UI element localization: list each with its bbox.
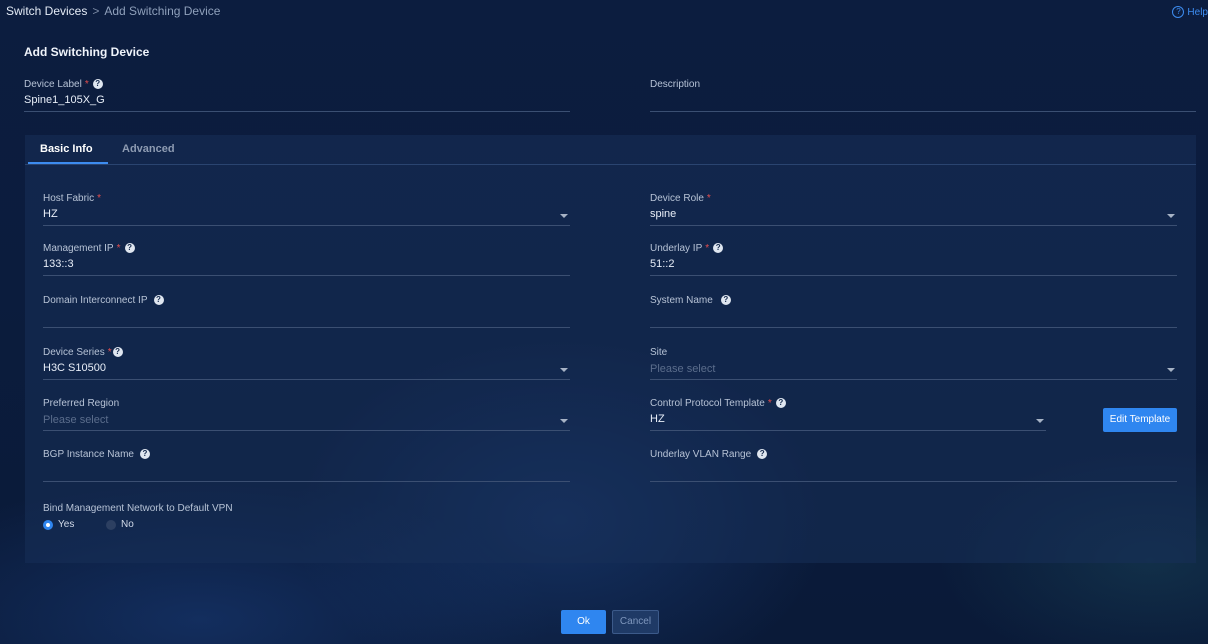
device-label-input[interactable]: Spine1_105X_G [24,92,570,112]
description-field: Description [650,78,1196,112]
top-bar: Switch Devices > Add Switching Device ? He… [0,0,1208,22]
description-label: Description [650,78,701,90]
domain-interconnect-ip-input[interactable] [43,308,570,328]
management-ip-label: Management IP [43,242,114,254]
preferred-region-select[interactable]: Please select [43,411,570,431]
breadcrumb-separator: > [92,4,100,18]
underlay-ip-input[interactable]: 51::2 [650,256,1177,276]
site-label: Site [650,346,668,358]
system-name-input[interactable] [650,308,1177,328]
help-question-icon[interactable]: ? [757,449,768,459]
tab-advanced[interactable]: Advanced [122,143,175,155]
device-series-label: Device Series [43,346,105,358]
control-protocol-template-select[interactable]: HZ [650,411,1046,431]
bind-mgmt-network-label: Bind Management Network to Default VPN [43,502,233,514]
device-label-value: Spine1_105X_G [24,94,105,106]
chevron-down-icon [1167,214,1175,218]
domain-interconnect-ip-label: Domain Interconnect IP [43,294,148,306]
breadcrumb: Switch Devices > Add Switching Device [6,4,220,18]
bgp-instance-name-input[interactable] [43,462,570,482]
preferred-region-label: Preferred Region [43,397,120,409]
domain-interconnect-ip-field: Domain Interconnect IP? [43,294,570,328]
device-series-value: H3C S10500 [43,362,106,374]
underlay-vlan-range-input[interactable] [650,462,1177,482]
device-label-label: Device Label [24,78,82,90]
required-mark: * [767,397,772,409]
site-select[interactable]: Please select [650,360,1177,380]
help-question-icon[interactable]: ? [112,347,123,357]
underlay-ip-label: Underlay IP [650,242,703,254]
device-series-field: Device Series *? H3C S10500 [43,346,570,380]
help-question-icon[interactable]: ? [139,449,150,459]
description-input[interactable] [650,92,1196,112]
tab-basic-info[interactable]: Basic Info [40,143,93,155]
cancel-button[interactable]: Cancel [612,610,659,634]
required-mark: * [97,192,102,204]
bgp-instance-name-label: BGP Instance Name [43,448,134,460]
help-question-icon[interactable]: ? [153,295,164,305]
control-protocol-template-value: HZ [650,413,665,425]
chevron-down-icon [560,419,568,423]
ok-button[interactable]: Ok [561,610,606,634]
radio-yes-label: Yes [58,519,75,530]
host-fabric-select[interactable]: HZ [43,206,570,226]
help-question-icon[interactable]: ? [775,398,786,408]
host-fabric-field: Host Fabric * HZ [43,192,570,226]
radio-no[interactable]: No [106,519,134,530]
help-label: Help [1187,6,1208,18]
chevron-down-icon [560,214,568,218]
underlay-ip-field: Underlay IP *? 51::2 [650,242,1177,276]
control-protocol-template-field: Control Protocol Template *? HZ [650,397,1046,431]
device-label-field: Device Label *? Spine1_105X_G [24,78,570,112]
edit-template-button[interactable]: Edit Template [1103,408,1177,432]
help-question-icon[interactable]: ? [713,243,724,253]
required-mark: * [706,192,711,204]
management-ip-input[interactable]: 133::3 [43,256,570,276]
bgp-instance-name-field: BGP Instance Name? [43,448,570,482]
help-question-icon[interactable]: ? [124,243,135,253]
help-question-icon[interactable]: ? [720,295,731,305]
active-tab-indicator [28,162,108,164]
radio-selected-icon [43,519,53,530]
chevron-down-icon [560,368,568,372]
management-ip-value: 133::3 [43,258,74,270]
radio-yes[interactable]: Yes [43,519,74,530]
device-role-label: Device Role [650,192,704,204]
device-role-select[interactable]: spine [650,206,1177,226]
control-protocol-template-label: Control Protocol Template [650,397,765,409]
underlay-vlan-range-label: Underlay VLAN Range [650,448,752,460]
preferred-region-field: Preferred Region Please select [43,397,570,431]
required-mark: * [107,346,112,358]
system-name-label: System Name [650,294,713,306]
help-question-icon[interactable]: ? [92,79,103,89]
device-role-value: spine [650,208,677,220]
tab-bar: Basic Info Advanced [25,135,1196,165]
breadcrumb-current: Add Switching Device [104,4,221,18]
radio-no-label: No [121,519,134,530]
site-field: Site Please select [650,346,1177,380]
underlay-vlan-range-field: Underlay VLAN Range? [650,448,1177,482]
chevron-down-icon [1167,368,1175,372]
preferred-region-placeholder: Please select [43,414,109,426]
help-link[interactable]: ? Help [1172,6,1208,18]
required-mark: * [116,242,121,254]
bind-mgmt-network-field: Bind Management Network to Default VPN [43,502,343,516]
radio-unselected-icon [106,519,116,530]
system-name-field: System Name? [650,294,1177,328]
required-mark: * [705,242,710,254]
page-title: Add Switching Device [24,45,150,59]
host-fabric-label: Host Fabric [43,192,95,204]
underlay-ip-value: 51::2 [650,258,675,270]
site-placeholder: Please select [650,363,716,375]
device-role-field: Device Role * spine [650,192,1177,226]
chevron-down-icon [1036,419,1044,423]
management-ip-field: Management IP *? 133::3 [43,242,570,276]
required-mark: * [84,78,89,90]
question-circle-icon: ? [1172,6,1185,18]
device-series-select[interactable]: H3C S10500 [43,360,570,380]
breadcrumb-switch-devices[interactable]: Switch Devices [6,4,87,18]
host-fabric-value: HZ [43,208,58,220]
